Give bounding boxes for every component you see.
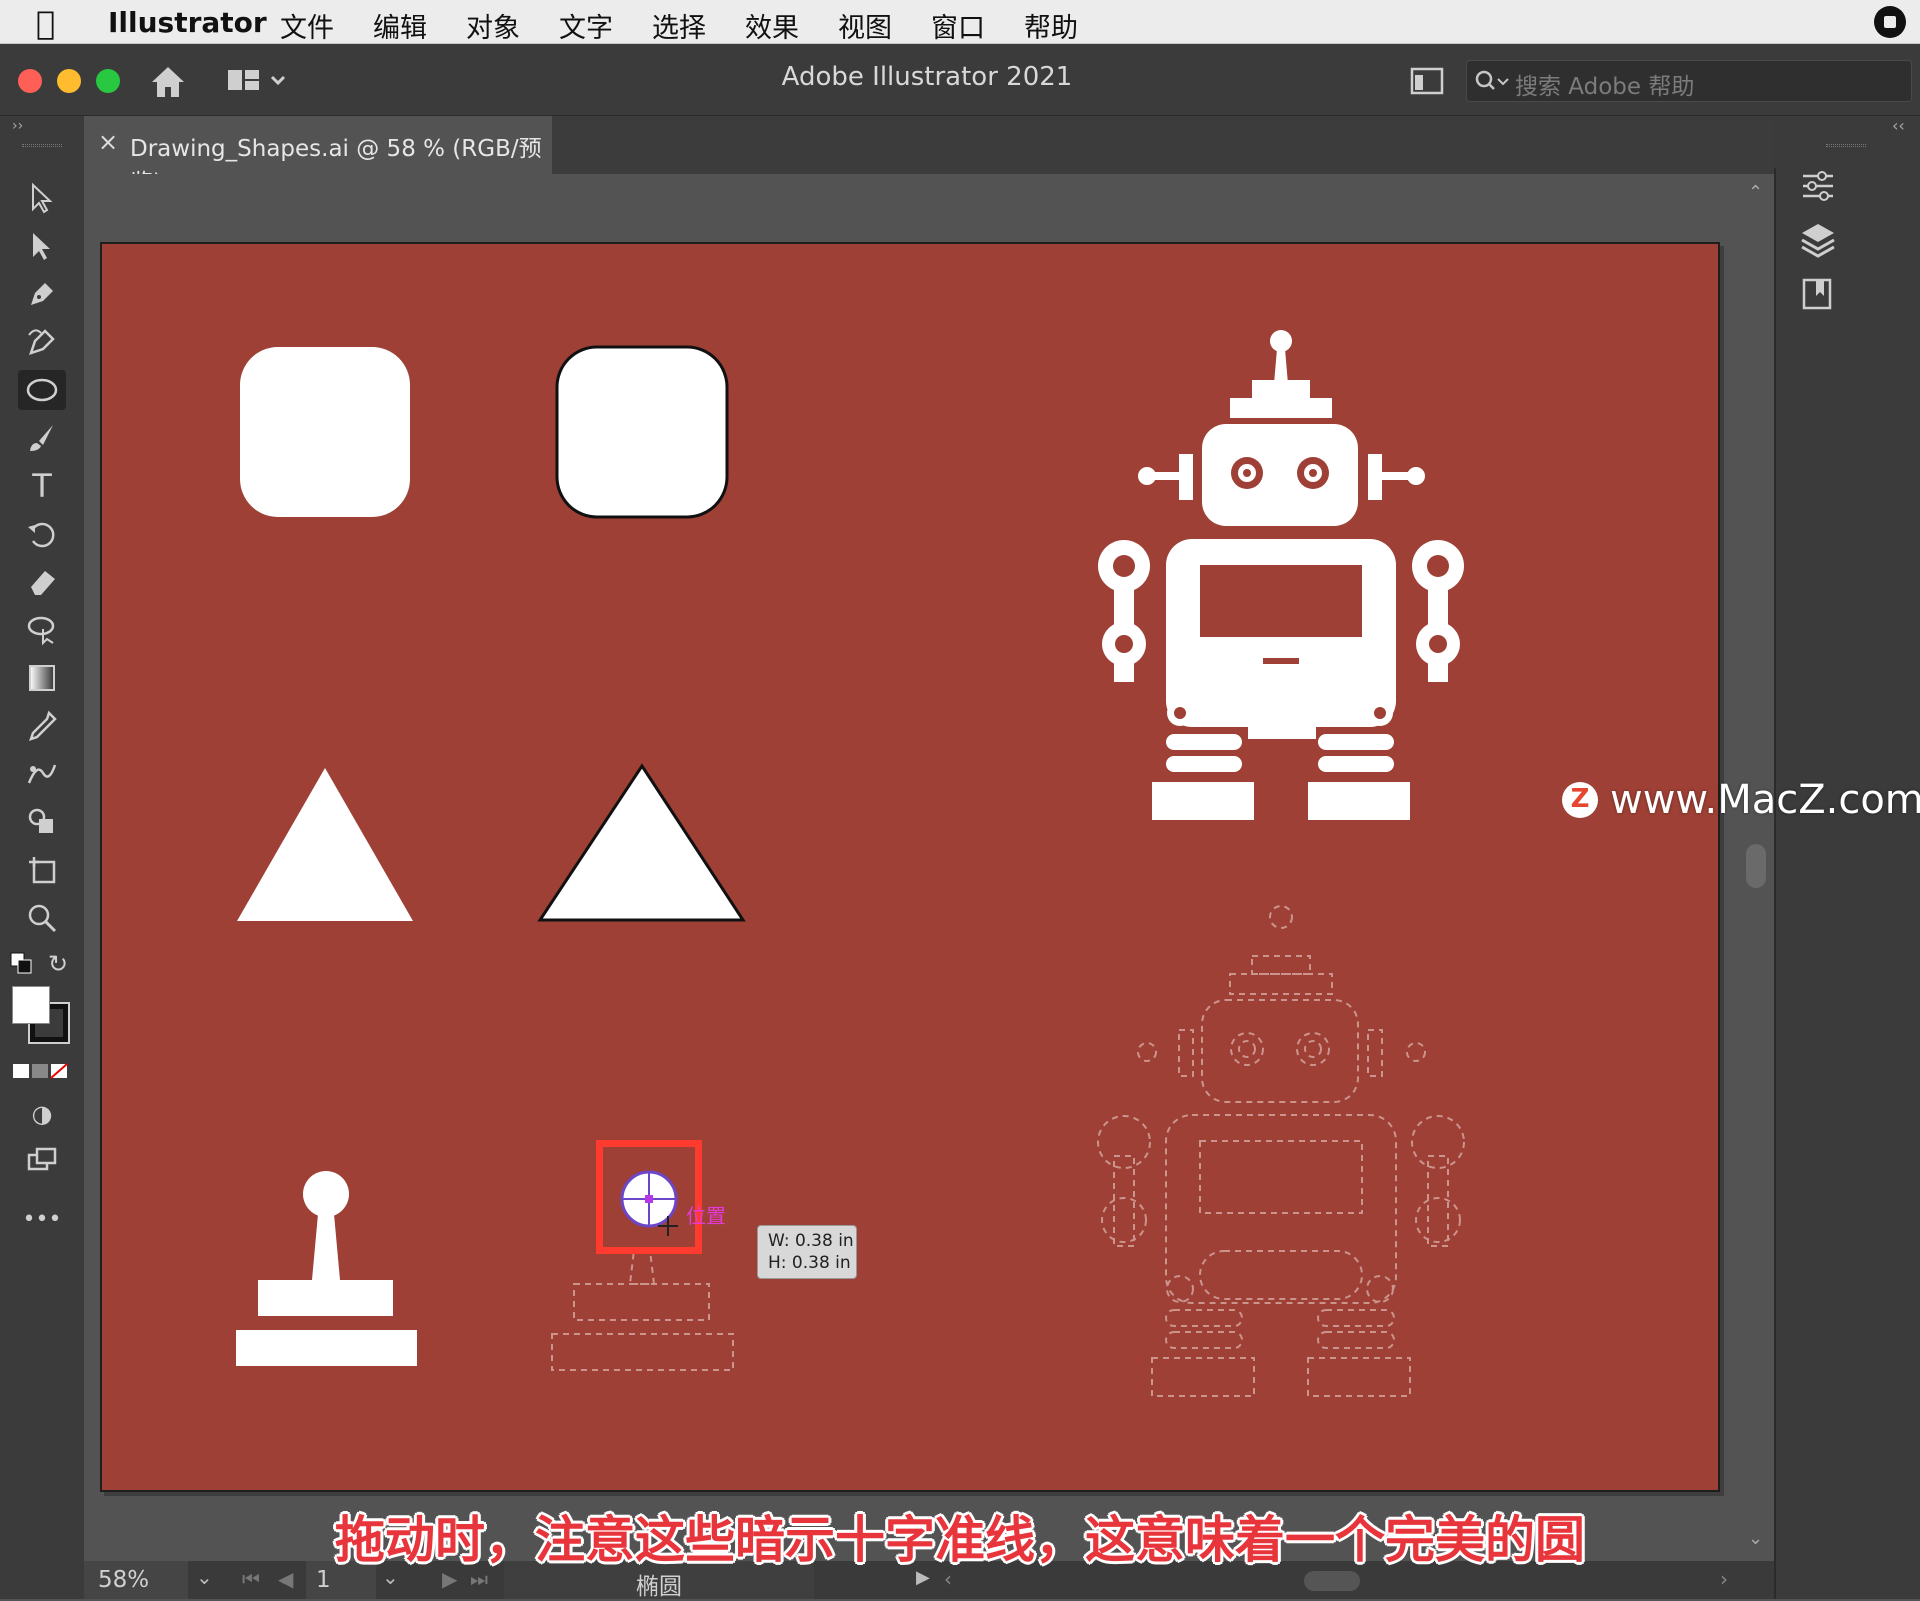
menu-object[interactable]: 对象 bbox=[466, 6, 520, 45]
menu-window[interactable]: 窗口 bbox=[931, 6, 985, 45]
triangle-shape[interactable] bbox=[237, 768, 413, 921]
zoom-tool-icon[interactable] bbox=[18, 898, 66, 938]
gradient-tool-icon[interactable] bbox=[18, 658, 66, 698]
menu-edit[interactable]: 编辑 bbox=[373, 6, 427, 45]
app-menu[interactable]: Illustrator bbox=[108, 6, 267, 39]
panel-grip[interactable] bbox=[1826, 144, 1866, 147]
rounded-square-shape[interactable] bbox=[240, 347, 410, 517]
current-tool-label: 椭圆 bbox=[636, 1574, 682, 1600]
menu-file[interactable]: 文件 bbox=[280, 6, 334, 45]
direct-selection-tool-icon[interactable] bbox=[18, 226, 66, 266]
scroll-thumb[interactable] bbox=[1746, 844, 1766, 888]
menu-select[interactable]: 选择 bbox=[652, 6, 706, 45]
toolbar-grip[interactable] bbox=[22, 144, 62, 147]
robot-template-outline bbox=[1097, 905, 1465, 1397]
properties-icon[interactable] bbox=[1798, 166, 1838, 206]
tooltip-height: H: 0.38 in bbox=[768, 1253, 851, 1273]
menu-help[interactable]: 帮助 bbox=[1024, 6, 1078, 45]
size-tooltip: W: 0.38 in H: 0.38 in bbox=[757, 1225, 857, 1279]
collapse-toolbar-icon[interactable]: ›› bbox=[12, 118, 23, 134]
menu-type[interactable]: 文字 bbox=[559, 6, 613, 45]
libraries-icon[interactable] bbox=[1798, 274, 1838, 314]
rotate-tool-icon[interactable] bbox=[18, 514, 66, 554]
lasso-tool-icon[interactable] bbox=[18, 610, 66, 650]
artboard-tool-icon[interactable] bbox=[18, 850, 66, 890]
arrange-documents-icon[interactable] bbox=[1410, 66, 1444, 96]
layers-icon[interactable] bbox=[1798, 220, 1838, 260]
triangle-outlined-shape[interactable] bbox=[537, 763, 746, 922]
tooltip-width: W: 0.38 in bbox=[768, 1231, 854, 1251]
drawing-mode-icon[interactable]: ◑ bbox=[18, 1094, 66, 1134]
default-colors-icon[interactable] bbox=[10, 952, 34, 976]
search-icon bbox=[1473, 67, 1513, 97]
swap-colors-icon[interactable]: ↻ bbox=[48, 950, 68, 978]
shape-builder-tool-icon[interactable] bbox=[18, 802, 66, 842]
rounded-square-outlined-shape[interactable] bbox=[555, 345, 729, 519]
menu-effect[interactable]: 效果 bbox=[745, 6, 799, 45]
joystick-template-outline bbox=[551, 1249, 734, 1371]
edit-toolbar-button[interactable]: ••• bbox=[18, 1200, 66, 1240]
paintbrush-tool-icon[interactable] bbox=[18, 418, 66, 458]
color-mode-buttons[interactable] bbox=[12, 1062, 68, 1080]
fill-swatch[interactable] bbox=[12, 986, 50, 1024]
document-tab[interactable]: × Drawing_Shapes.ai @ 58 % (RGB/预览) bbox=[84, 116, 552, 196]
selection-tool-icon[interactable] bbox=[18, 178, 66, 218]
menu-bar:  Illustrator 文件 编辑 对象 文字 选择 效果 视图 窗口 帮助 bbox=[0, 0, 1920, 44]
highlight-box bbox=[596, 1140, 702, 1254]
horizontal-scroll-thumb[interactable] bbox=[1304, 1571, 1360, 1591]
pen-tool-icon[interactable] bbox=[18, 274, 66, 314]
eyedropper-tool-icon[interactable] bbox=[18, 706, 66, 746]
vertical-scrollbar[interactable]: ⌃ ⌄ bbox=[1740, 174, 1774, 1559]
search-placeholder: 搜索 Adobe 帮助 bbox=[1515, 74, 1695, 100]
tools-panel: ›› T ↻ ◑ ••• bbox=[0, 116, 84, 1599]
expand-panels-icon[interactable]: ‹‹ bbox=[1892, 116, 1905, 135]
screen-record-icon[interactable] bbox=[1874, 6, 1906, 38]
close-tab-icon[interactable]: × bbox=[98, 128, 118, 156]
apple-icon[interactable]:  bbox=[36, 4, 55, 42]
panel-divider bbox=[1774, 168, 1776, 1599]
type-tool-icon[interactable]: T bbox=[18, 466, 66, 506]
blend-tool-icon[interactable] bbox=[18, 754, 66, 794]
smart-guide-label: 位置 bbox=[686, 1204, 726, 1228]
menu-view[interactable]: 视图 bbox=[838, 6, 892, 45]
ellipse-tool-icon[interactable] bbox=[18, 370, 66, 410]
joystick-shape[interactable] bbox=[236, 1171, 417, 1366]
video-subtitle: 拖动时，注意这些暗示十字准线，这意味着一个完美的圆 bbox=[334, 1510, 1586, 1570]
robot-illustration[interactable] bbox=[1098, 330, 1464, 820]
eraser-tool-icon[interactable] bbox=[18, 562, 66, 602]
macz-logo: Z bbox=[1562, 782, 1598, 818]
artboard-artwork bbox=[236, 330, 1465, 1397]
curvature-tool-icon[interactable] bbox=[18, 322, 66, 362]
right-panel-dock: ‹‹ bbox=[1774, 116, 1920, 1599]
help-search-input[interactable]: 搜索 Adobe 帮助 bbox=[1466, 60, 1912, 102]
scroll-up-icon[interactable]: ⌃ bbox=[1748, 182, 1763, 203]
screen-mode-icon[interactable] bbox=[18, 1140, 66, 1180]
artboard[interactable] bbox=[100, 242, 1720, 1492]
title-bar: Adobe Illustrator 2021 搜索 Adobe 帮助 bbox=[0, 44, 1920, 116]
fill-stroke-swatch[interactable] bbox=[12, 986, 70, 1044]
watermark-text: www.MacZ.com bbox=[1610, 777, 1920, 823]
